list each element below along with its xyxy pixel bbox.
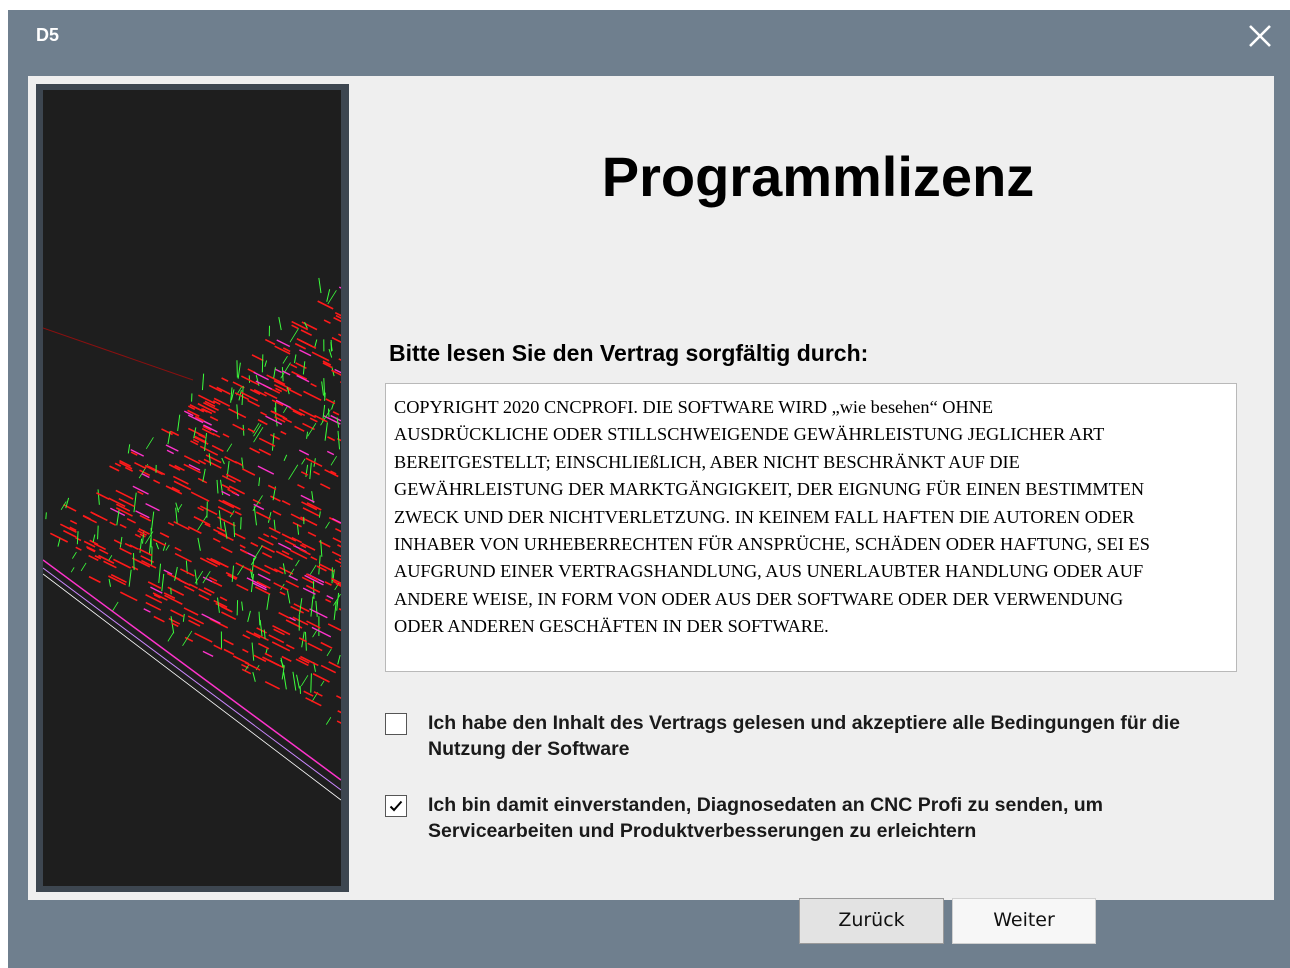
license-subheading: Bitte lesen Sie den Vertrag sorgfältig d… (389, 340, 869, 366)
license-text: COPYRIGHT 2020 CNCPROFI. DIE SOFTWARE WI… (394, 397, 1150, 637)
back-button[interactable]: Zurück (799, 898, 944, 944)
checkmark-icon (389, 800, 403, 812)
close-icon (1249, 25, 1271, 47)
window-title: D5 (36, 25, 60, 45)
installer-window: D5 Programmlizenz Bitte lesen Sie den Ve… (8, 10, 1290, 968)
license-textbox[interactable]: COPYRIGHT 2020 CNCPROFI. DIE SOFTWARE WI… (385, 383, 1237, 672)
close-button[interactable] (1244, 20, 1276, 52)
title-bar: D5 (8, 10, 1290, 60)
next-button[interactable]: Weiter (952, 898, 1096, 944)
dialog-content: Programmlizenz Bitte lesen Sie den Vertr… (28, 76, 1274, 900)
diagnostics-checkbox[interactable] (385, 795, 407, 817)
cnc-toolpath-render-image (43, 90, 341, 886)
side-image-frame (36, 84, 349, 892)
accept-terms-checkbox[interactable] (385, 713, 407, 735)
page-title: Programmlizenz (601, 145, 1035, 208)
diagnostics-label: Ich bin damit einverstanden, Diagnosedat… (428, 794, 1104, 842)
accept-terms-label: Ich habe den Inhalt des Vertrags gelesen… (428, 712, 1181, 760)
